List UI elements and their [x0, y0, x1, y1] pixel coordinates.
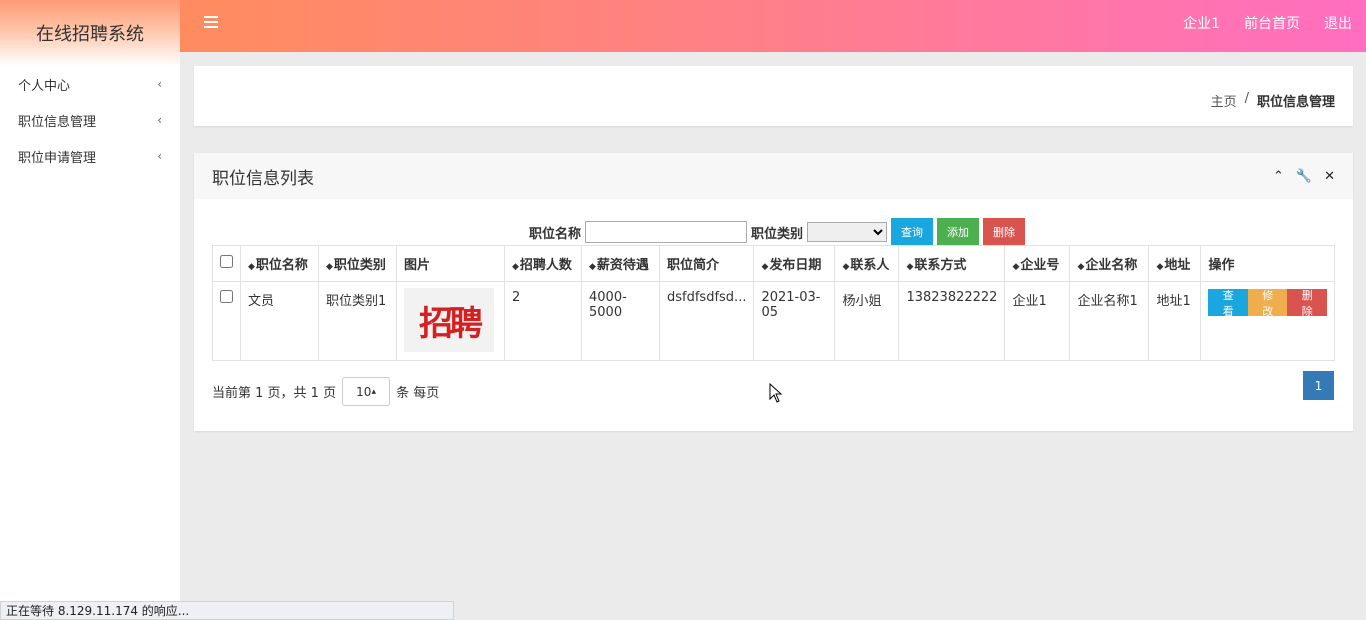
sort-icon: ◆: [842, 262, 850, 272]
sidebar-item-personal-center[interactable]: 个人中心 ‹: [0, 66, 180, 102]
sidebar-item-job-application[interactable]: 职位申请管理 ‹: [0, 138, 180, 174]
sort-icon: ◆: [1012, 262, 1020, 272]
sort-icon: ◆: [761, 262, 769, 272]
sort-icon: ◆: [512, 262, 519, 272]
table-header-row: ◆职位名称 ◆职位类别 图片 ◆招聘人数 ◆薪资待遇 职位简介 ◆发布日期 ◆联…: [212, 245, 1335, 282]
top-links: 企业1 前台首页 退出: [1183, 13, 1352, 33]
logout-link[interactable]: 退出: [1324, 13, 1352, 33]
chevron-left-icon: ‹: [157, 149, 162, 163]
job-name-label: 职位名称: [529, 226, 582, 242]
browser-status-bar: 正在等待 8.129.11.174 的响应...: [0, 601, 454, 620]
panel-title: 职位信息列表: [212, 168, 314, 189]
cell-company-no: 企业1: [1004, 281, 1071, 361]
collapse-icon[interactable]: ⌃: [1273, 169, 1284, 184]
row-select-cell: [212, 281, 241, 361]
sidebar: 在线招聘系统 个人中心 ‹ 职位信息管理 ‹ 职位申请管理 ‹: [0, 0, 180, 620]
cell-count: 2: [504, 281, 582, 361]
job-type-select[interactable]: [807, 222, 888, 242]
cell-company-name: 企业名称1: [1069, 281, 1150, 361]
sidebar-item-label: 个人中心: [18, 78, 71, 94]
breadcrumb: 主页 / 职位信息管理: [1211, 91, 1335, 110]
select-all-cell: [212, 245, 241, 282]
sort-icon: ◆: [1077, 262, 1085, 272]
sort-icon: ◆: [1156, 262, 1164, 272]
col-header-contact[interactable]: ◆联系人: [834, 245, 900, 282]
breadcrumb-panel: 主页 / 职位信息管理: [194, 66, 1353, 126]
sidebar-item-job-info[interactable]: 职位信息管理 ‹: [0, 102, 180, 138]
sort-icon: ◆: [906, 262, 914, 272]
col-header-actions: 操作: [1200, 245, 1335, 282]
cell-address: 地址1: [1148, 281, 1202, 361]
col-header-name[interactable]: ◆职位名称: [240, 245, 319, 282]
cell-contact: 杨小姐: [834, 281, 900, 361]
col-header-image: 图片: [396, 245, 505, 282]
mouse-cursor-icon: [769, 383, 783, 403]
panel-header: 职位信息列表 ⌃ 🔧 ✕: [194, 153, 1353, 199]
wrench-icon[interactable]: 🔧: [1296, 169, 1312, 184]
col-header-date[interactable]: ◆发布日期: [753, 245, 836, 282]
add-button[interactable]: 添加: [937, 218, 980, 246]
page-size-suffix: 条 每页: [396, 386, 440, 401]
job-table: ◆职位名称 ◆职位类别 图片 ◆招聘人数 ◆薪资待遇 职位简介 ◆发布日期 ◆联…: [212, 245, 1335, 361]
chevron-left-icon: ‹: [157, 77, 162, 91]
pagination-info: 当前第 1 页，共 1 页 10 ▴ 条 每页: [212, 377, 439, 406]
caret-up-icon: ▴: [371, 386, 376, 397]
close-icon[interactable]: ✕: [1324, 169, 1335, 184]
col-header-count[interactable]: ◆招聘人数: [504, 245, 582, 282]
sort-icon: ◆: [589, 262, 596, 272]
breadcrumb-current: 职位信息管理: [1256, 95, 1335, 110]
col-header-company-name[interactable]: ◆企业名称: [1069, 245, 1150, 282]
delete-button[interactable]: 删除: [1287, 289, 1327, 318]
col-header-salary[interactable]: ◆薪资待遇: [581, 245, 660, 282]
breadcrumb-home[interactable]: 主页: [1211, 91, 1237, 110]
table-row: 文员 职位类别1 招聘 2 4000-5000 dsfdfsdfsd... 20…: [212, 281, 1335, 361]
sort-icon: ◆: [248, 262, 255, 272]
select-all-checkbox[interactable]: [220, 255, 233, 268]
app-title: 在线招聘系统: [0, 0, 180, 66]
job-name-input[interactable]: [585, 221, 748, 243]
cell-intro: dsfdfsdfsd...: [658, 281, 755, 361]
cell-image: 招聘: [396, 281, 505, 361]
sidebar-item-label: 职位申请管理: [18, 150, 97, 166]
page-size-dropdown[interactable]: 10 ▴: [342, 377, 391, 406]
view-button[interactable]: 查看: [1208, 289, 1248, 318]
cell-salary: 4000-5000: [581, 281, 660, 361]
breadcrumb-separator: /: [1244, 91, 1249, 106]
job-type-label: 职位类别: [751, 226, 804, 242]
row-checkbox[interactable]: [220, 290, 233, 303]
row-actions: 查看 修改 删除: [1208, 289, 1327, 318]
batch-delete-button[interactable]: 删除: [983, 218, 1026, 246]
cell-actions: 查看 修改 删除: [1200, 281, 1335, 361]
cell-date: 2021-03-05: [753, 281, 836, 361]
job-image: 招聘: [404, 288, 494, 352]
col-header-address[interactable]: ◆地址: [1148, 245, 1202, 282]
frontend-home-link[interactable]: 前台首页: [1244, 13, 1300, 33]
query-button[interactable]: 查询: [891, 218, 934, 246]
page-info-text: 当前第 1 页，共 1 页: [212, 386, 337, 401]
col-header-category[interactable]: ◆职位类别: [318, 245, 397, 282]
search-form: 职位名称 职位类别 查询 添加 删除: [529, 218, 1026, 246]
edit-button[interactable]: 修改: [1247, 289, 1288, 318]
menu-toggle-icon[interactable]: [204, 16, 218, 30]
page-button-1[interactable]: 1: [1303, 371, 1334, 400]
col-header-company-no[interactable]: ◆企业号: [1004, 245, 1071, 282]
cell-phone: 13823822222: [898, 281, 1006, 361]
cell-name: 文员: [240, 281, 319, 361]
col-header-intro: 职位简介: [658, 245, 755, 282]
panel-tools: ⌃ 🔧 ✕: [1273, 169, 1335, 184]
sort-icon: ◆: [326, 262, 333, 272]
chevron-left-icon: ‹: [157, 113, 162, 127]
user-link[interactable]: 企业1: [1183, 13, 1220, 33]
sidebar-item-label: 职位信息管理: [18, 114, 97, 130]
col-header-phone[interactable]: ◆联系方式: [898, 245, 1006, 282]
cell-category: 职位类别1: [318, 281, 397, 361]
top-navbar: 企业1 前台首页 退出: [180, 0, 1366, 52]
